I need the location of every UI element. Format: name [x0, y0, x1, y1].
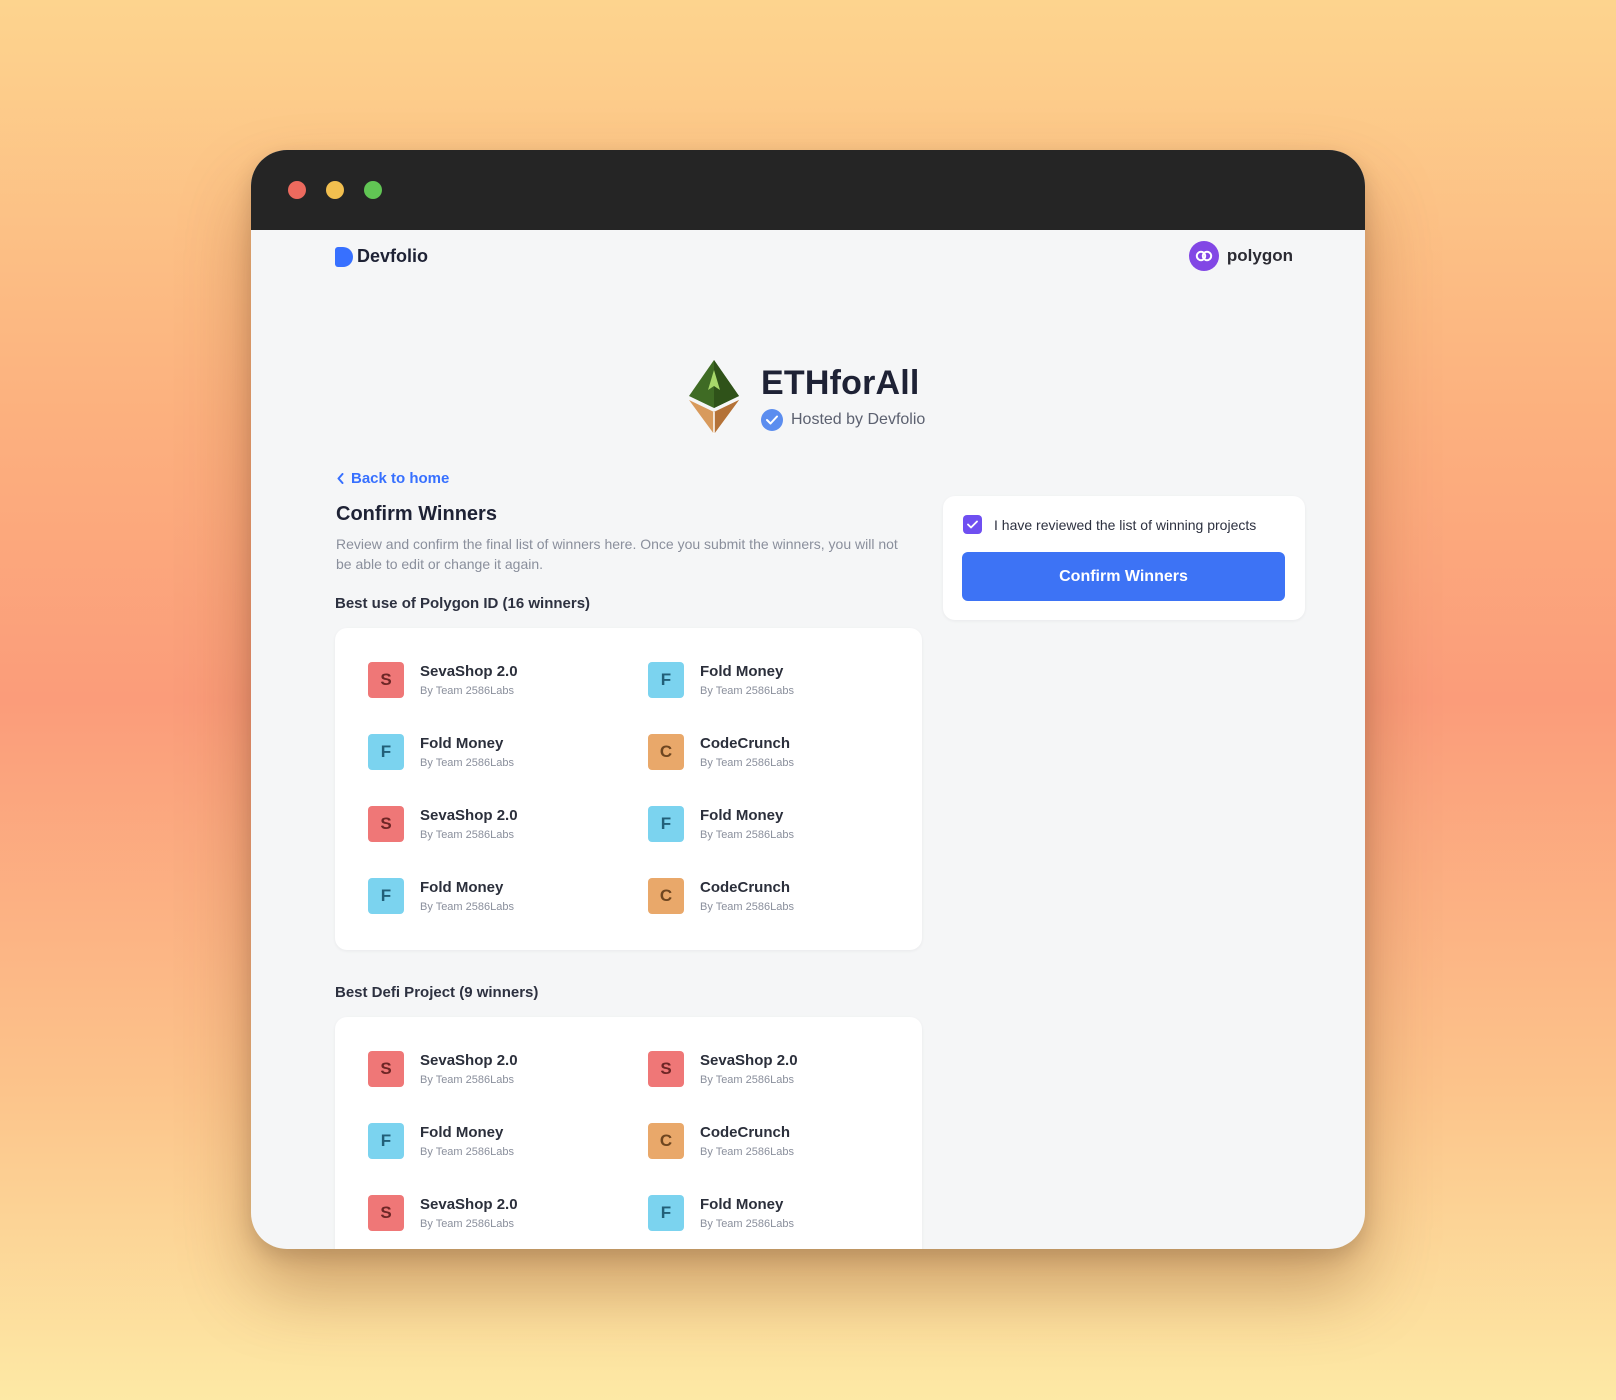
project-team: By Team 2586Labs [700, 901, 794, 913]
project-team: By Team 2586Labs [700, 829, 794, 841]
page-title: Confirm Winners [336, 503, 497, 525]
project-name: SevaShop 2.0 [420, 1196, 518, 1213]
review-checkbox-label: I have reviewed the list of winning proj… [994, 516, 1257, 533]
project-team: By Team 2586Labs [700, 757, 794, 769]
project-team: By Team 2586Labs [420, 1218, 514, 1230]
sponsor-logo: polygon [1188, 241, 1293, 271]
review-checkbox[interactable] [963, 515, 982, 534]
project-item[interactable]: S SevaShop 2.0 By Team 2586Labs [368, 1195, 648, 1231]
window-titlebar [251, 150, 1365, 230]
project-name: SevaShop 2.0 [420, 663, 518, 680]
project-item[interactable]: S SevaShop 2.0 By Team 2586Labs [368, 662, 648, 698]
project-item[interactable]: S SevaShop 2.0 By Team 2586Labs [648, 1051, 922, 1087]
project-item[interactable]: F Fold Money By Team 2586Labs [368, 878, 648, 914]
project-avatar: S [368, 1195, 404, 1231]
event-info: ETHforAll Hosted by Devfolio [761, 364, 925, 431]
project-team: By Team 2586Labs [700, 1146, 794, 1158]
project-avatar: F [368, 1123, 404, 1159]
project-team: By Team 2586Labs [420, 829, 514, 841]
project-team: By Team 2586Labs [420, 1146, 514, 1158]
project-item[interactable]: S SevaShop 2.0 By Team 2586Labs [368, 1051, 648, 1087]
section-title: Best use of Polygon ID (16 winners) [335, 595, 591, 612]
winners-card: S SevaShop 2.0 By Team 2586Labs F Fold Mo… [335, 628, 922, 950]
project-avatar: S [648, 1051, 684, 1087]
project-avatar: S [368, 662, 404, 698]
project-avatar: F [648, 662, 684, 698]
project-avatar: S [368, 806, 404, 842]
event-title: ETHforAll [761, 363, 920, 402]
winners-card: S SevaShop 2.0 By Team 2586Labs S SevaSho… [335, 1017, 922, 1249]
project-team: By Team 2586Labs [700, 685, 794, 697]
browser-window: Devfolio polygon ETHforAll Hosted by Dev… [251, 150, 1365, 1249]
project-grid: S SevaShop 2.0 By Team 2586Labs S SevaSho… [335, 1017, 922, 1231]
host-text: Hosted by Devfolio [791, 410, 926, 428]
review-confirmation-row[interactable]: I have reviewed the list of winning proj… [963, 515, 1256, 534]
project-name: SevaShop 2.0 [700, 1052, 798, 1069]
project-name: Fold Money [420, 1124, 504, 1141]
project-team: By Team 2586Labs [420, 1074, 514, 1086]
project-team: By Team 2586Labs [420, 685, 514, 697]
close-window-button[interactable] [288, 181, 306, 199]
chevron-left-icon [337, 473, 344, 484]
page-content: Devfolio polygon ETHforAll Hosted by Dev… [251, 230, 1365, 1249]
ethforall-logo-icon [689, 360, 739, 434]
confirm-winners-button[interactable]: Confirm Winners [962, 552, 1285, 601]
project-item[interactable]: F Fold Money By Team 2586Labs [648, 662, 922, 698]
project-name: CodeCrunch [700, 1124, 790, 1141]
project-avatar: F [648, 806, 684, 842]
project-item[interactable]: F Fold Money By Team 2586Labs [368, 1123, 648, 1159]
project-avatar: C [648, 734, 684, 770]
devfolio-logo[interactable]: Devfolio [335, 246, 428, 267]
back-link-label: Back to home [351, 470, 450, 487]
event-host-row: Hosted by Devfolio [761, 408, 926, 431]
polygon-logo-icon [1188, 241, 1219, 271]
project-name: Fold Money [700, 663, 784, 680]
project-avatar: F [648, 1195, 684, 1231]
project-avatar: S [368, 1051, 404, 1087]
project-avatar: C [648, 878, 684, 914]
project-name: Fold Money [700, 1196, 784, 1213]
project-grid: S SevaShop 2.0 By Team 2586Labs F Fold Mo… [335, 628, 922, 914]
project-team: By Team 2586Labs [420, 757, 514, 769]
project-name: Fold Money [420, 735, 504, 752]
back-to-home-link[interactable]: Back to home [337, 470, 449, 487]
section-title: Best Defi Project (9 winners) [335, 984, 539, 1001]
project-item[interactable]: F Fold Money By Team 2586Labs [648, 806, 922, 842]
devfolio-logo-icon [335, 246, 353, 267]
project-name: CodeCrunch [700, 735, 790, 752]
project-team: By Team 2586Labs [700, 1074, 794, 1086]
event-header: ETHforAll Hosted by Devfolio [689, 360, 925, 434]
project-name: SevaShop 2.0 [420, 1052, 518, 1069]
logo-text: Devfolio [357, 246, 429, 266]
project-name: Fold Money [700, 807, 784, 824]
project-name: CodeCrunch [700, 879, 790, 896]
confirm-panel: I have reviewed the list of winning proj… [943, 496, 1305, 620]
project-name: Fold Money [420, 879, 504, 896]
project-name: SevaShop 2.0 [420, 807, 518, 824]
project-team: By Team 2586Labs [700, 1218, 794, 1230]
project-avatar: F [368, 878, 404, 914]
project-item[interactable]: S SevaShop 2.0 By Team 2586Labs [368, 806, 648, 842]
page-description: Review and confirm the final list of win… [336, 536, 898, 572]
project-avatar: C [648, 1123, 684, 1159]
checkmark-icon [967, 520, 978, 529]
verified-check-icon [761, 408, 783, 431]
project-item[interactable]: C CodeCrunch By Team 2586Labs [648, 878, 922, 914]
project-avatar: F [368, 734, 404, 770]
project-item[interactable]: C CodeCrunch By Team 2586Labs [648, 1123, 922, 1159]
sponsor-name: polygon [1226, 246, 1293, 265]
maximize-window-button[interactable] [364, 181, 382, 199]
minimize-window-button[interactable] [326, 181, 344, 199]
project-team: By Team 2586Labs [420, 901, 514, 913]
project-item[interactable]: C CodeCrunch By Team 2586Labs [648, 734, 922, 770]
project-item[interactable]: F Fold Money By Team 2586Labs [368, 734, 648, 770]
project-item[interactable]: F Fold Money By Team 2586Labs [648, 1195, 922, 1231]
